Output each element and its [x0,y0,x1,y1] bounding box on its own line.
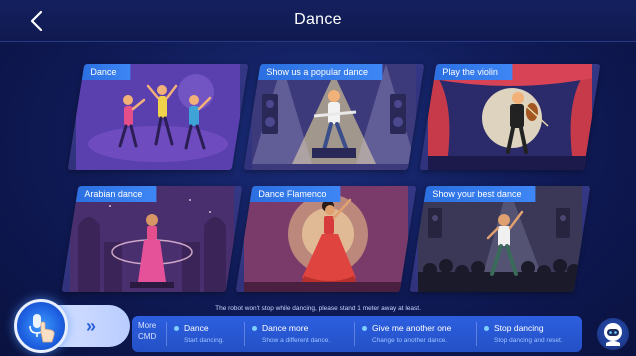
card-label: Arabian dance [74,186,157,202]
command-title: Dance more [262,323,309,333]
command-subtitle: Stop dancing and reset. [494,337,563,344]
card-best-dance[interactable]: Show your best dance [409,186,591,292]
page-title: Dance [294,11,342,28]
divider [476,322,477,346]
card-popular-dance[interactable]: Show us a popular dance [243,64,425,170]
card-dance-flamenco[interactable]: Dance Flamenco [235,186,417,292]
more-cmd-label-2: CMD [138,332,157,341]
more-cmd-label-1: More [138,321,157,330]
command-subtitle: Start dancing. [184,337,225,344]
card-label: Play the violin [432,64,512,80]
bullet-icon [362,325,367,331]
command-another-one[interactable]: Give me another one Change to another da… [362,316,451,352]
robot-assistant-button[interactable] [597,318,629,350]
header-bar: Dance [0,0,636,42]
expand-arrows-icon[interactable]: » [86,316,96,337]
command-title: Stop dancing [494,323,544,333]
card-label: Dance Flamenco [248,186,341,202]
divider [354,322,355,346]
card-arabian-dance[interactable]: Arabian dance [61,186,243,292]
robot-icon [604,323,622,346]
command-bar: More CMD Dance Start dancing. Dance more… [132,316,582,352]
command-dance[interactable]: Dance Start dancing. [174,316,224,352]
bullet-icon [174,325,179,331]
command-stop-dancing[interactable]: Stop dancing Stop dancing and reset. [484,316,563,352]
hand-tap-icon [29,314,55,343]
divider [166,322,167,346]
card-label: Dance [80,64,131,80]
bullet-icon [252,325,257,331]
command-title: Dance [184,323,209,333]
card-dance[interactable]: Dance [67,64,249,170]
more-cmd-button[interactable]: More CMD [138,320,162,342]
card-play-violin[interactable]: Play the violin [419,64,601,170]
voice-control: » [14,299,130,353]
command-subtitle: Show a different dance. [262,337,331,344]
card-label: Show your best dance [422,186,536,202]
card-label: Show us a popular dance [256,64,382,80]
bullet-icon [484,325,489,331]
microphone-button[interactable] [14,299,68,353]
command-title: Give me another one [372,323,452,333]
command-dance-more[interactable]: Dance more Show a different dance. [252,316,330,352]
divider [244,322,245,346]
command-subtitle: Change to another dance. [372,337,448,344]
